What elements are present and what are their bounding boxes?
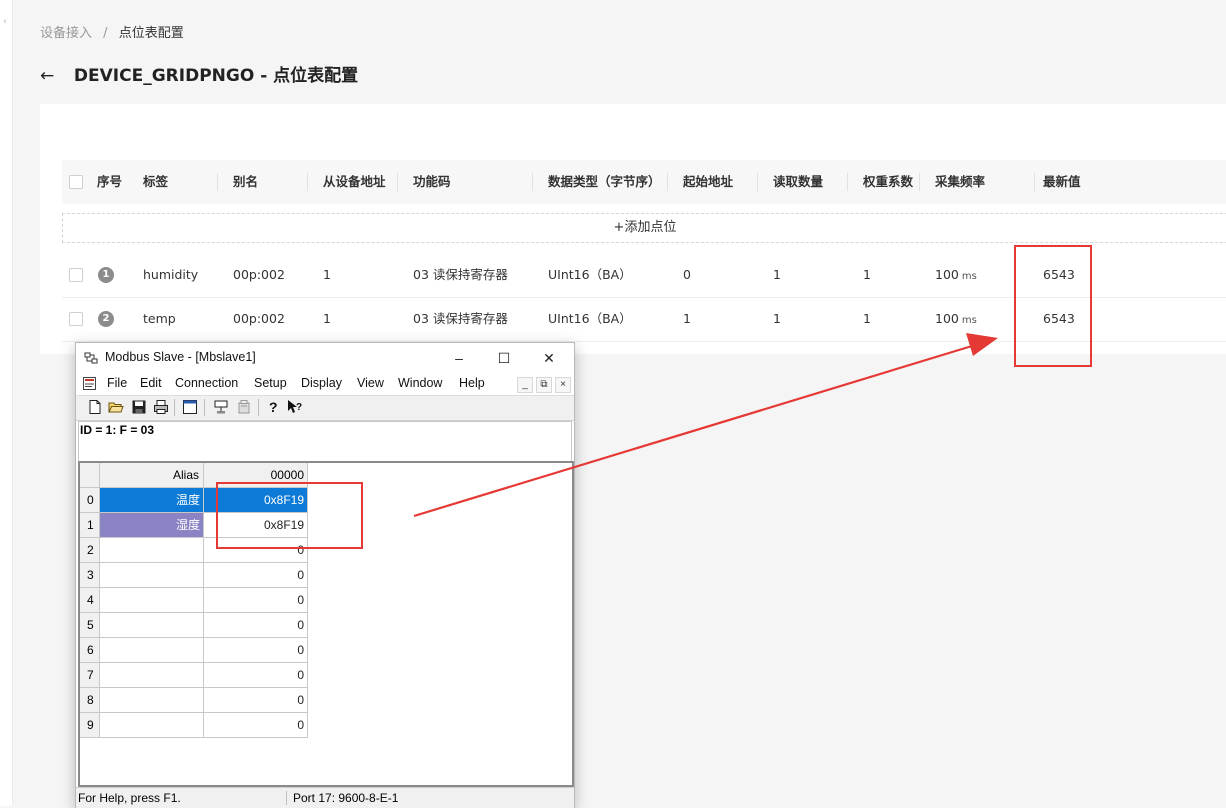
arrow-shaft	[413, 344, 973, 518]
annotation-arrow	[413, 333, 998, 518]
arrow-head	[966, 333, 998, 356]
